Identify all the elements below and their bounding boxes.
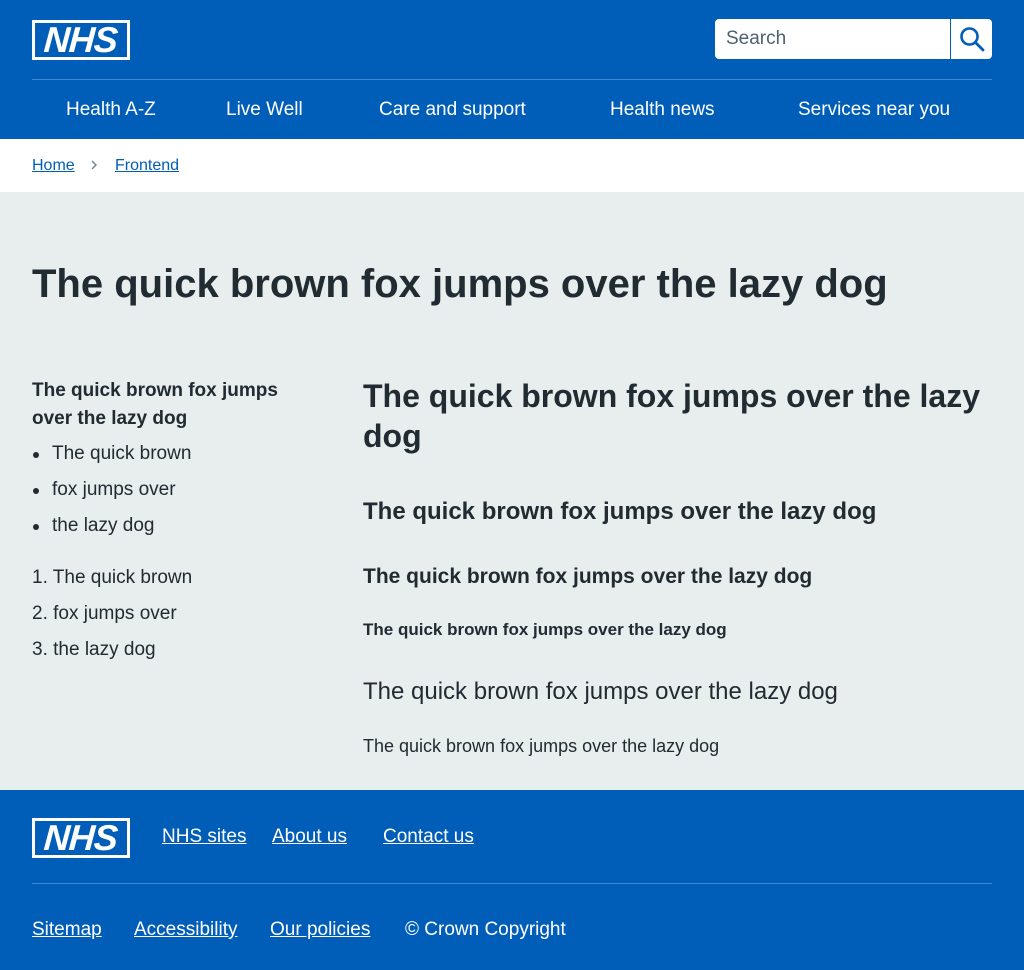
footer-nhs-logo-inner: NHS <box>35 817 127 858</box>
list-item: The quick brown <box>32 440 191 468</box>
site-header: NHS Health A-Z Live Well Care and suppor… <box>0 0 1024 139</box>
footer-link-nhs-sites[interactable]: NHS sites <box>162 825 246 849</box>
footer-nhs-logo[interactable]: NHS <box>32 817 130 858</box>
nav-services-near-you[interactable]: Services near you <box>798 98 950 122</box>
breadcrumb: Home Frontend <box>0 139 1024 192</box>
nhs-logo[interactable]: NHS <box>32 19 130 60</box>
search-button[interactable] <box>951 19 992 59</box>
body-text: The quick brown fox jumps over the lazy … <box>363 736 720 756</box>
list-item: 1. The quick brown <box>32 567 193 588</box>
footer-link-our-policies[interactable]: Our policies <box>270 918 370 942</box>
footer-link-accessibility[interactable]: Accessibility <box>134 918 237 942</box>
search-form <box>715 19 992 59</box>
lede-text: The quick brown fox jumps over the lazy … <box>363 678 838 705</box>
footer-link-sitemap[interactable]: Sitemap <box>32 918 102 942</box>
nav-live-well[interactable]: Live Well <box>226 98 303 122</box>
page-title: The quick brown fox jumps over the lazy … <box>32 262 888 306</box>
footer-link-about-us[interactable]: About us <box>272 825 347 849</box>
heading-l: The quick brown fox jumps over the lazy … <box>363 498 877 525</box>
numbered-list: 1. The quick brown 2. fox jumps over 3. … <box>32 564 192 672</box>
header-top: NHS <box>0 0 1024 80</box>
breadcrumb-frontend[interactable]: Frontend <box>115 156 179 176</box>
chevron-right-icon <box>91 160 98 170</box>
footer-divider <box>32 883 992 884</box>
breadcrumb-home[interactable]: Home <box>32 156 75 176</box>
primary-navigation: Health A-Z Live Well Care and support He… <box>0 80 1024 139</box>
search-icon <box>959 27 984 52</box>
side-heading: The quick brown fox jumps over the lazy … <box>32 380 278 429</box>
heading-xl: The quick brown fox jumps over the lazy … <box>363 378 980 454</box>
nhs-logo-text: NHS <box>43 19 119 60</box>
nhs-logo-inner: NHS <box>35 19 127 60</box>
list-item: 2. fox jumps over <box>32 603 177 624</box>
list-item: fox jumps over <box>32 476 191 504</box>
search-input[interactable] <box>715 19 950 59</box>
footer-nhs-logo-text: NHS <box>43 817 119 858</box>
nav-care-and-support[interactable]: Care and support <box>379 98 526 122</box>
bullet-list: The quick brown fox jumps over the lazy … <box>32 440 191 548</box>
list-item: the lazy dog <box>32 512 191 540</box>
nav-health-a-z[interactable]: Health A-Z <box>66 98 156 122</box>
list-item: 3. the lazy dog <box>32 639 156 660</box>
nav-health-news[interactable]: Health news <box>610 98 715 122</box>
footer-link-contact-us[interactable]: Contact us <box>383 825 474 849</box>
site-footer: NHS NHS sites About us Contact us Sitema… <box>0 790 1024 970</box>
heading-s: The quick brown fox jumps over the lazy … <box>363 620 727 639</box>
copyright-text: © Crown Copyright <box>405 919 566 940</box>
heading-m: The quick brown fox jumps over the lazy … <box>363 565 813 588</box>
